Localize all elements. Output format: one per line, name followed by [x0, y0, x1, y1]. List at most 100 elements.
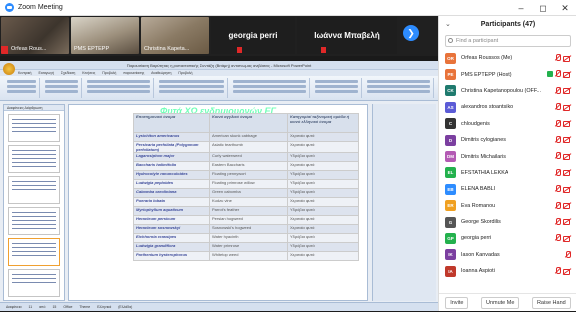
avatar: IA: [445, 265, 456, 277]
video-off-icon: [563, 235, 571, 242]
slide-thumbnail[interactable]: [8, 114, 60, 142]
table-cell: Υδρόβια φυτά: [287, 233, 359, 243]
participant-row[interactable]: PE PMS EPTEPP (Host): [439, 66, 576, 82]
slide-thumbnail[interactable]: [8, 207, 60, 235]
table-cell: Χερσαία φυτά: [287, 251, 359, 261]
table-cell: Heracleum persicum: [133, 215, 210, 225]
table-cell: Lagarosiphon major: [133, 152, 210, 162]
slide-thumbnails: Διαφάνειες Διάρθρωση: [3, 104, 65, 301]
participant-row[interactable]: DM Dimitris Michailaris: [439, 148, 576, 164]
participant-row[interactable]: AS alexandros stoantsiko: [439, 99, 576, 115]
table-cell: Υδρόβια φυτά: [287, 188, 359, 198]
close-button[interactable]: ✕: [554, 0, 576, 16]
avatar: ER: [445, 200, 456, 212]
participant-row[interactable]: EB ELENA BABLI: [439, 181, 576, 197]
avatar: DM: [445, 151, 456, 163]
mic-muted-icon: [555, 185, 561, 193]
table-cell: Curly waterweed: [209, 152, 288, 162]
raise-hand-button[interactable]: Raise Hand: [531, 296, 571, 309]
participant-row[interactable]: IK Iason Kanvadas: [439, 247, 576, 263]
table-cell: Eastern Baccharis: [209, 161, 288, 171]
video-off-icon: [563, 186, 571, 193]
participant-name: chloudgenis: [461, 120, 490, 127]
slide-thumbnail[interactable]: [8, 269, 60, 297]
office-button-icon: [3, 63, 15, 75]
participant-row[interactable]: ER Eva Romanou: [439, 198, 576, 214]
table-cell: American skunk cabbage: [209, 132, 288, 142]
participant-row[interactable]: GP georgia perri: [439, 230, 576, 246]
mic-muted-icon: [555, 267, 561, 275]
slide-thumbnail[interactable]: [8, 145, 60, 173]
video-off-icon: [563, 268, 571, 275]
table-cell: Baccharis halimifolia: [133, 161, 210, 171]
video-off-icon: [563, 104, 571, 111]
participant-row[interactable]: G George Skordilis: [439, 214, 576, 230]
participant-name: Dimitris cylogianes: [461, 137, 506, 144]
video-tile[interactable]: Orfeas Rous...: [1, 17, 69, 54]
table-cell: Whitetop weed: [209, 251, 288, 261]
mic-muted-icon: [555, 168, 561, 176]
slide-thumbnail[interactable]: [8, 238, 60, 266]
participant-row[interactable]: EL EFSTATHIA LEKKA: [439, 165, 576, 181]
table-cell: Kudzu vine: [209, 197, 288, 207]
participant-status: [555, 119, 571, 128]
participant-row[interactable]: Cchloudgenis: [439, 116, 576, 132]
zoom-logo-icon: [5, 3, 14, 12]
avatar: CK: [445, 85, 456, 97]
table-row: Lysichiton americanus American skunk cabb…: [133, 132, 359, 142]
participant-row[interactable]: CK Christina Kapetanopoulou (OFF...: [439, 83, 576, 99]
name-tile[interactable]: Ιωάννα Μπαβελή: [297, 17, 397, 54]
table-cell: Χερσαία φυτά: [287, 215, 359, 225]
participant-name: Christina Kapetanopoulou (OFF...: [461, 87, 541, 94]
slide-canvas: Φυτά ΧΩ ενδημιουρνών ΕΓ Επιστημονικό όνο…: [68, 104, 368, 301]
name-tile[interactable]: georgia perri: [211, 17, 295, 54]
video-off-icon: [563, 87, 571, 95]
participant-row[interactable]: OR Orfeas Roussos (Me): [439, 50, 576, 66]
slide-thumbnail[interactable]: [8, 176, 60, 204]
table-header-row: Επιστημονικό όνομα Κοινό αγγλικό όνομα Κ…: [133, 113, 359, 133]
participant-status: [555, 152, 571, 160]
participant-status: [555, 54, 571, 62]
participant-status: [555, 86, 571, 95]
ppt-title-bar: Παρουσίαση Βαρύτητας η ρυπαντιστικής Συν…: [0, 61, 438, 70]
minimize-button[interactable]: –: [510, 0, 532, 16]
table-cell: Floating primrose willow: [209, 179, 288, 189]
participant-status: [555, 234, 571, 242]
arrow-right-icon[interactable]: ❯: [403, 25, 419, 41]
unmute-me-button[interactable]: Unmute Me: [480, 296, 520, 309]
participant-row[interactable]: IA Ioanna Aspioti: [439, 263, 576, 279]
participant-status: [555, 267, 571, 275]
participant-name: George Skordilis: [461, 219, 501, 226]
species-table: Επιστημονικό όνομα Κοινό αγγλικό όνομα Κ…: [133, 113, 359, 261]
title-bar: Zoom Meeting – ◻ ✕: [0, 0, 576, 16]
video-tile[interactable]: PMS EPTEPP: [71, 17, 139, 54]
table-cell: Sosnowski's hogweed: [209, 224, 288, 234]
search-input[interactable]: Find a participant: [445, 35, 571, 47]
mic-muted-icon: [555, 119, 561, 127]
table-cell: Green cabomba: [209, 188, 288, 198]
table-cell: Χερσαία φυτά: [287, 197, 359, 207]
participant-status: [555, 185, 571, 193]
table-cell: Ludwigia grandiflora: [133, 242, 210, 252]
name-tile-label: georgia perri: [228, 31, 278, 40]
search-icon: [448, 38, 453, 43]
participant-name: Ioanna Aspioti: [461, 268, 495, 275]
table-row: Heracleum persicum Persian hogweed Χερσαία…: [133, 215, 359, 225]
participant-name: alexandros stoantsiko: [461, 104, 514, 111]
table-row: Persicaria perfoliata (Polygonum perfoli…: [133, 141, 359, 153]
participant-name: Dimitris Michailaris: [461, 153, 506, 160]
participant-name: PMS EPTEPP (Host): [461, 71, 512, 78]
name-tile-label: Ιωάννα Μπαβελή: [314, 31, 380, 40]
table-cell: Water hyacinth: [209, 233, 288, 243]
participant-row[interactable]: D Dimitris cylogianes: [439, 132, 576, 148]
avatar: PE: [445, 69, 456, 81]
table-cell: Eichhornia crassipes: [133, 233, 210, 243]
right-pane: [372, 104, 436, 301]
video-tile[interactable]: Christina Kapeta...: [141, 17, 209, 54]
outline-tabs: Διαφάνειες Διάρθρωση: [4, 105, 64, 111]
maximize-button[interactable]: ◻: [532, 0, 554, 16]
video-off-icon: [563, 169, 571, 177]
video-off-icon: [563, 218, 571, 226]
invite-button[interactable]: Invite: [445, 296, 469, 309]
mic-muted-icon: [555, 86, 561, 94]
